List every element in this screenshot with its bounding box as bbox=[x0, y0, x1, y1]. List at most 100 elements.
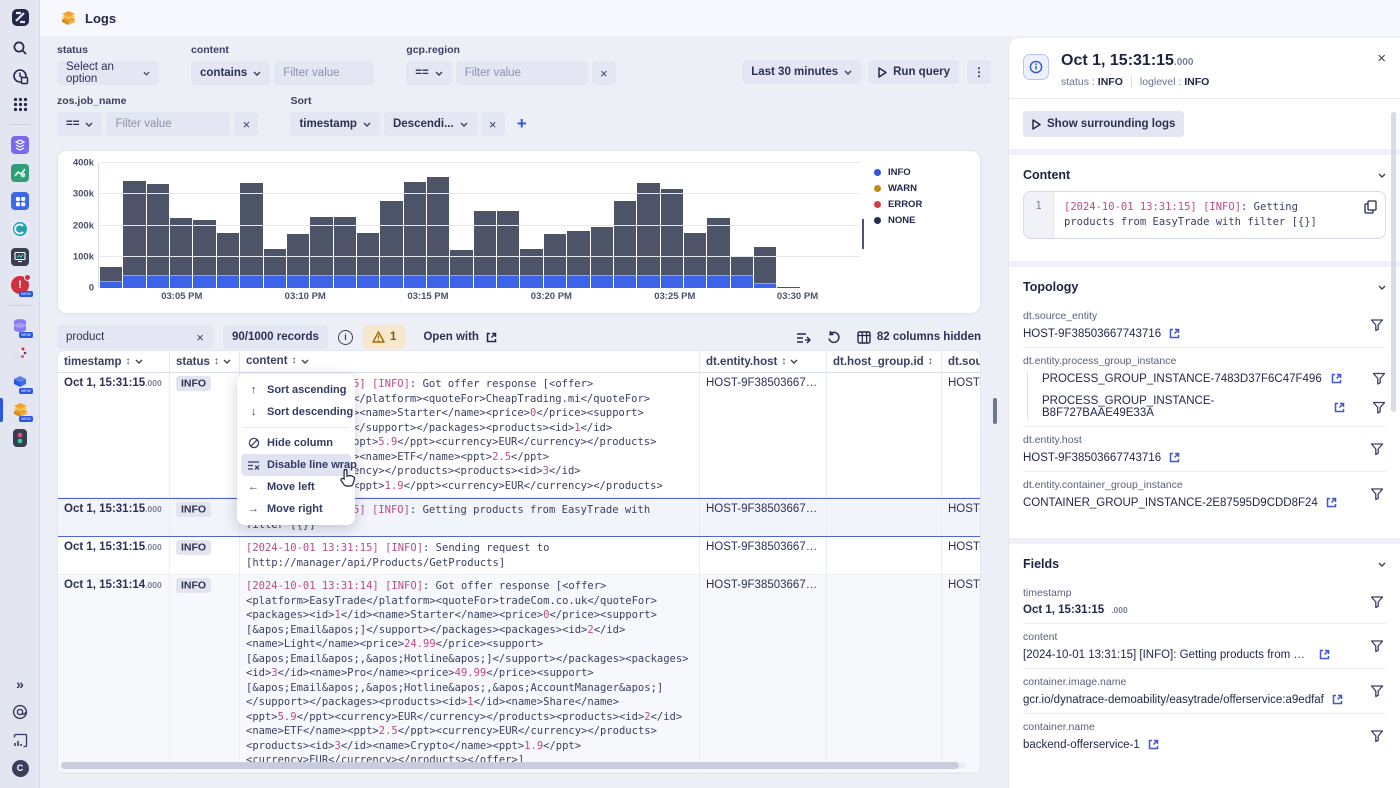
filter-funnel-icon[interactable] bbox=[1370, 640, 1384, 653]
table-row[interactable]: Oct 1, 15:31:14.000INFO[2024-10-01 13:31… bbox=[58, 575, 980, 773]
histogram-bar[interactable] bbox=[707, 218, 729, 288]
table-row[interactable]: Oct 1, 15:31:15.000INFO5] [INFO]: Got of… bbox=[58, 373, 980, 498]
copy-icon[interactable] bbox=[1364, 200, 1377, 214]
sort-field-select[interactable]: timestamp bbox=[290, 112, 380, 136]
column-header-dt-host-group-id[interactable]: dt.host_group.id↕ bbox=[826, 351, 941, 372]
filter-funnel-icon[interactable] bbox=[1370, 595, 1384, 608]
dashboards-app-icon[interactable] bbox=[0, 187, 40, 215]
histogram-bar[interactable] bbox=[334, 217, 356, 288]
community-icon[interactable] bbox=[0, 698, 40, 726]
entity-link[interactable]: HOST-9F38503667743716 bbox=[1023, 328, 1161, 340]
run-query-button[interactable]: Run query bbox=[869, 60, 959, 84]
sort-icon[interactable]: ↕ bbox=[928, 356, 933, 367]
open-entity-icon[interactable] bbox=[1168, 327, 1181, 340]
entity-link[interactable]: PROCESS_GROUP_INSTANCE-7483D37F6C47F496 bbox=[1042, 373, 1322, 385]
histogram-bar[interactable] bbox=[193, 220, 215, 288]
filter-funnel-icon[interactable] bbox=[1372, 401, 1386, 414]
horizontal-scrollbar-thumb[interactable] bbox=[61, 762, 959, 769]
histogram-bar[interactable] bbox=[497, 211, 519, 289]
kubernetes-app-icon[interactable] bbox=[0, 215, 40, 243]
topology-section-header[interactable]: Topology bbox=[1023, 271, 1386, 303]
column-header-dt-source-entity[interactable]: dt.source_entity bbox=[941, 351, 980, 372]
content-filter-input[interactable] bbox=[283, 67, 365, 79]
legend-item-error[interactable]: ERROR bbox=[874, 199, 970, 210]
zos-job-name-filter-input[interactable] bbox=[115, 118, 221, 130]
close-detail-panel-icon[interactable]: × bbox=[1377, 50, 1386, 67]
menu-item-disable-line-wrap[interactable]: Disable line wrap bbox=[241, 454, 351, 476]
dynatrace-logo-icon[interactable] bbox=[0, 0, 40, 34]
histogram-bar[interactable] bbox=[310, 217, 332, 288]
histogram-bar[interactable] bbox=[170, 218, 192, 288]
table-row[interactable]: Oct 1, 15:31:15.000INFO[2024-10-01 13:31… bbox=[58, 537, 980, 575]
filter-funnel-icon[interactable] bbox=[1370, 319, 1384, 332]
legend-scrollbar[interactable] bbox=[862, 219, 864, 249]
clear-search-icon[interactable]: × bbox=[196, 330, 204, 345]
detail-panel-scrollbar-thumb[interactable] bbox=[1391, 112, 1396, 412]
column-menu-icon[interactable] bbox=[135, 359, 143, 364]
info-icon[interactable]: i bbox=[338, 330, 353, 345]
main-vertical-scrollbar-thumb[interactable] bbox=[993, 398, 997, 424]
histogram-bar[interactable] bbox=[287, 234, 309, 288]
table-search-input[interactable] bbox=[66, 331, 190, 343]
open-value-icon[interactable] bbox=[1147, 738, 1160, 751]
sort-direction-select[interactable]: Descendi... bbox=[384, 112, 477, 136]
open-entity-icon[interactable] bbox=[1168, 451, 1181, 464]
open-entity-icon[interactable] bbox=[1330, 372, 1343, 385]
search-icon[interactable] bbox=[0, 34, 40, 62]
column-header-status[interactable]: status↕ bbox=[169, 351, 239, 372]
filter-funnel-icon[interactable] bbox=[1370, 730, 1384, 743]
hosts-monitor-app-icon[interactable] bbox=[0, 243, 40, 271]
sort-icon[interactable]: ↕ bbox=[214, 356, 219, 367]
analytics-app-icon[interactable] bbox=[0, 159, 40, 187]
histogram-bar[interactable] bbox=[614, 201, 636, 289]
open-entity-icon[interactable] bbox=[1325, 496, 1338, 509]
show-surrounding-logs-button[interactable]: Show surrounding logs bbox=[1023, 111, 1184, 137]
sort-icon[interactable]: ↕ bbox=[292, 354, 297, 369]
gcp-region-filter-input[interactable] bbox=[465, 67, 579, 79]
column-menu-icon[interactable] bbox=[790, 359, 798, 364]
services-app-icon[interactable] bbox=[0, 131, 40, 159]
content-section-header[interactable]: Content bbox=[1023, 159, 1386, 191]
histogram-bar[interactable] bbox=[380, 201, 402, 289]
histogram-bar[interactable] bbox=[637, 183, 659, 288]
remove-sort-button[interactable]: × bbox=[481, 112, 505, 136]
horizontal-scrollbar[interactable] bbox=[61, 762, 966, 769]
histogram-bar[interactable] bbox=[357, 233, 379, 288]
menu-item-sort-ascending[interactable]: ↑Sort ascending bbox=[241, 379, 351, 401]
filter-funnel-icon[interactable] bbox=[1372, 372, 1386, 385]
histogram-bar[interactable] bbox=[684, 233, 706, 288]
filter-funnel-icon[interactable] bbox=[1370, 443, 1384, 456]
columns-hidden-button[interactable]: 82 columns hidden bbox=[857, 331, 981, 344]
fields-section-header[interactable]: Fields bbox=[1023, 548, 1386, 580]
column-menu-icon[interactable] bbox=[301, 359, 309, 364]
table-row-selected[interactable]: Oct 1, 15:31:15.000INFO5] [INFO]: Gettin… bbox=[58, 498, 980, 537]
histogram-bar[interactable] bbox=[100, 267, 122, 288]
menu-item-move-left[interactable]: ←Move left bbox=[241, 476, 351, 498]
open-with-button[interactable]: Open with bbox=[423, 331, 498, 344]
histogram-bar[interactable] bbox=[661, 189, 683, 288]
histogram-bar[interactable] bbox=[147, 184, 169, 288]
problems-app-icon[interactable]: !NEW bbox=[0, 271, 40, 299]
histogram-bar[interactable] bbox=[404, 182, 426, 288]
entity-link[interactable]: PROCESS_GROUP_INSTANCE-B8F727BAAE49E33A bbox=[1042, 395, 1325, 419]
sort-icon[interactable]: ↕ bbox=[781, 356, 786, 367]
remove-zos-job-name-filter-button[interactable]: × bbox=[234, 112, 258, 136]
histogram-bar[interactable] bbox=[474, 211, 496, 289]
open-entity-icon[interactable] bbox=[1333, 401, 1346, 414]
open-value-icon[interactable] bbox=[1318, 648, 1331, 661]
entity-link[interactable]: HOST-9F38503667743716 bbox=[1023, 452, 1161, 464]
view-settings-icon[interactable] bbox=[796, 331, 811, 344]
histogram-bar[interactable] bbox=[567, 231, 589, 289]
storage-database-app-icon[interactable]: NEW bbox=[0, 312, 40, 340]
column-header-content[interactable]: content↕ bbox=[239, 351, 699, 372]
add-filter-button[interactable]: + bbox=[517, 114, 527, 134]
histogram-bar[interactable] bbox=[123, 181, 145, 288]
menu-item-hide-column[interactable]: Hide column bbox=[241, 432, 351, 454]
observability-clock-icon[interactable] bbox=[0, 62, 40, 90]
content-operator-select[interactable]: contains bbox=[191, 61, 270, 85]
histogram-bar[interactable] bbox=[754, 247, 776, 288]
filter-funnel-icon[interactable] bbox=[1370, 685, 1384, 698]
warning-badge[interactable]: 1 bbox=[363, 325, 405, 349]
gcp-region-operator-select[interactable]: == bbox=[406, 61, 451, 85]
user-avatar[interactable]: C bbox=[0, 754, 40, 782]
